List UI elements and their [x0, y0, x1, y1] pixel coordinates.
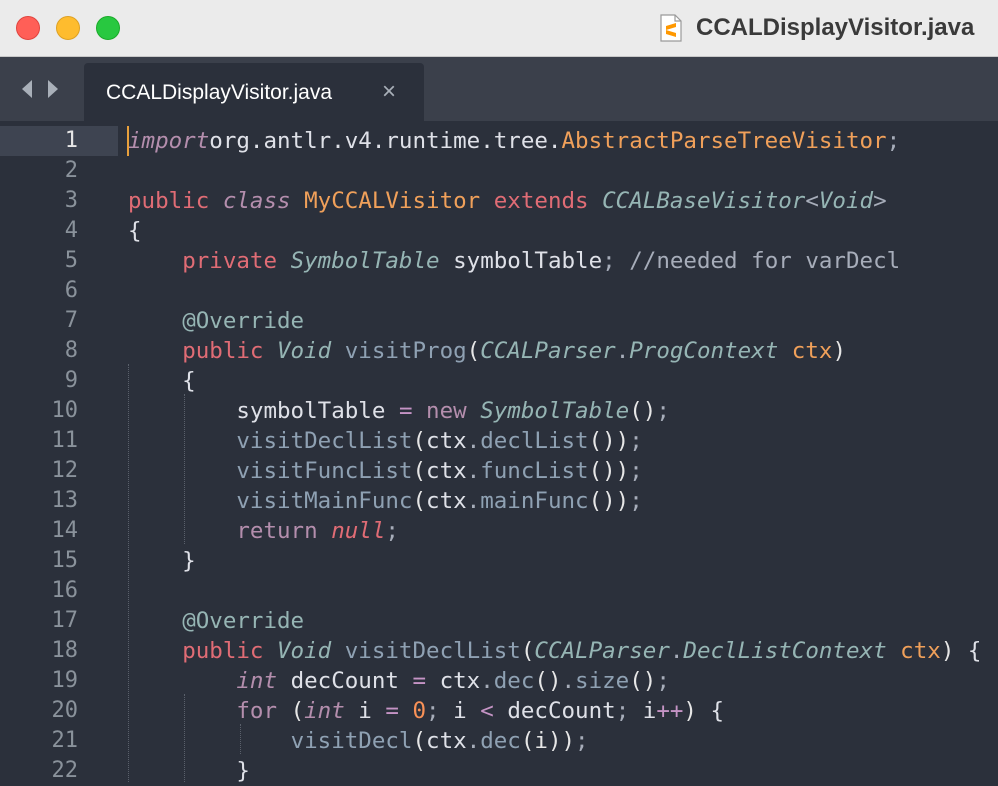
code-line[interactable]: 4{ [0, 216, 998, 246]
code-line[interactable]: 3 public class MyCCALVisitor extends CCAL… [0, 186, 998, 216]
line-number: 12 [51, 458, 79, 483]
line-number: 15 [51, 548, 79, 573]
code-text: visitDecl(ctx.dec(i)); [290, 728, 589, 754]
line-number: 6 [64, 278, 78, 303]
code-text: visitMainFunc(ctx.mainFunc()); [236, 488, 643, 514]
code-line[interactable]: 12 visitFuncList(ctx.funcList()); [0, 456, 998, 486]
code-line[interactable]: 18 public Void visitDeclList(CCALParser.… [0, 636, 998, 666]
sublime-text-file-icon [660, 14, 682, 42]
line-number: 2 [64, 158, 78, 183]
code-line[interactable]: 14 return null; [0, 516, 998, 546]
line-number: 21 [51, 728, 79, 753]
code-text: private SymbolTable symbolTable; //neede… [182, 248, 901, 274]
line-number: 8 [64, 338, 78, 363]
tab-label: CCALDisplayVisitor.java [106, 81, 333, 104]
line-number: 9 [64, 368, 78, 393]
line-number: 14 [51, 518, 79, 543]
code-line[interactable]: 8 public Void visitProg(CCALParser.ProgC… [0, 336, 998, 366]
code-editor[interactable]: 1 importorg.antlr.v4.runtime.tree.Abstrac… [0, 124, 998, 784]
zoom-window-button[interactable] [96, 16, 120, 40]
line-number: 1 [0, 126, 118, 156]
line-number: 4 [64, 218, 78, 243]
code-text: return null; [236, 518, 399, 544]
code-line[interactable]: 2 [0, 156, 998, 186]
code-text: { [128, 368, 196, 394]
line-number: 7 [64, 308, 78, 333]
indent-guide [184, 394, 185, 544]
code-text: visitFuncList(ctx.funcList()); [236, 458, 643, 484]
tab-bar: CCALDisplayVisitor.java × [0, 57, 998, 121]
code-line[interactable]: 16 [0, 576, 998, 606]
code-text: symbolTable = new SymbolTable(); [128, 398, 670, 424]
text-caret [127, 126, 129, 156]
code-line[interactable]: 20 for (int i = 0; i < decCount; i++) { [0, 696, 998, 726]
code-text: @Override [182, 608, 305, 634]
tab-ccaldisplayvisitor[interactable]: CCALDisplayVisitor.java × [84, 63, 424, 121]
code-line[interactable]: 21 visitDecl(ctx.dec(i)); [0, 726, 998, 756]
code-text: } [128, 548, 196, 574]
line-number: 17 [51, 608, 79, 633]
code-line[interactable]: 15 } [0, 546, 998, 576]
code-line[interactable]: 11 visitDeclList(ctx.declList()); [0, 426, 998, 456]
code-line[interactable]: 5 private SymbolTable symbolTable; //nee… [0, 246, 998, 276]
tab-navigation-arrows[interactable] [18, 77, 70, 101]
chevron-left-icon [22, 80, 32, 98]
code-line[interactable]: 1 importorg.antlr.v4.runtime.tree.Abstrac… [0, 126, 998, 156]
code-text: { [128, 218, 142, 244]
window-title: CCALDisplayVisitor.java [696, 14, 975, 41]
chevron-right-icon [48, 80, 58, 98]
code-line[interactable]: 13 visitMainFunc(ctx.mainFunc()); [0, 486, 998, 516]
line-number: 3 [64, 188, 78, 213]
indent-guide [128, 364, 129, 782]
code-line[interactable]: 19 int decCount = ctx.dec().size(); [0, 666, 998, 696]
code-text: importorg.antlr.v4.runtime.tree.Abstract… [128, 128, 901, 154]
minimize-window-button[interactable] [56, 16, 80, 40]
line-number: 13 [51, 488, 79, 513]
code-line[interactable]: 10 symbolTable = new SymbolTable(); [0, 396, 998, 426]
code-text: int decCount = ctx.dec().size(); [236, 668, 670, 694]
window-titlebar: CCALDisplayVisitor.java [0, 0, 998, 57]
code-text: for (int i = 0; i < decCount; i++) { [236, 698, 725, 724]
code-text: public Void visitDeclList(CCALParser.Dec… [182, 638, 982, 664]
line-number: 5 [64, 248, 78, 273]
code-text: visitDeclList(ctx.declList()); [236, 428, 643, 454]
line-number: 16 [51, 578, 79, 603]
indent-guide [184, 694, 185, 782]
code-text: @Override [182, 308, 305, 334]
code-text: public Void visitProg(CCALParser.ProgCon… [182, 338, 846, 364]
indent-guide [240, 724, 241, 754]
line-number: 18 [51, 638, 79, 663]
line-number: 11 [51, 428, 79, 453]
code-text: public class MyCCALVisitor extends CCALB… [128, 188, 887, 214]
code-line[interactable]: 9 { [0, 366, 998, 396]
code-line[interactable]: 7 @Override [0, 306, 998, 336]
code-line[interactable]: 6 [0, 276, 998, 306]
close-window-button[interactable] [16, 16, 40, 40]
line-number: 19 [51, 668, 79, 693]
tab-close-icon[interactable]: × [382, 79, 396, 105]
line-number: 20 [51, 698, 79, 723]
code-line[interactable]: 17 @Override [0, 606, 998, 636]
line-number: 10 [51, 398, 79, 423]
